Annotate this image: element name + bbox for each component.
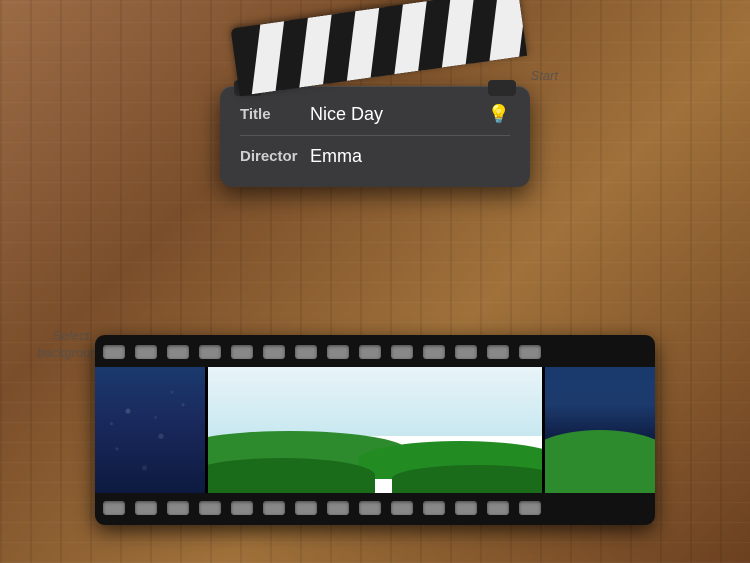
- sprocket-hole: [423, 345, 445, 359]
- filmstrip: [95, 335, 655, 525]
- sprocket-hole: [519, 501, 541, 515]
- sprocket-hole: [295, 345, 317, 359]
- sprocket-hole: [359, 345, 381, 359]
- sprocket-hole: [135, 501, 157, 515]
- sprocket-hole: [487, 345, 509, 359]
- title-value: Nice Day: [310, 104, 488, 125]
- sprocket-hole: [167, 345, 189, 359]
- sprocket-hole: [327, 501, 349, 515]
- landscape-hills: [205, 424, 545, 493]
- film-content: [95, 367, 655, 493]
- sprocket-hole: [263, 345, 285, 359]
- title-field[interactable]: Title Nice Day 💡: [240, 104, 510, 136]
- clapper-arm[interactable]: [231, 0, 528, 96]
- sprocket-hole: [231, 345, 253, 359]
- sprocket-hole: [199, 501, 221, 515]
- sprocket-hole: [487, 501, 509, 515]
- sprocket-hole: [167, 501, 189, 515]
- sprocket-hole: [327, 345, 349, 359]
- film-divider-right: [542, 367, 545, 493]
- sprocket-hole: [519, 345, 541, 359]
- sprocket-hole: [423, 501, 445, 515]
- sprocket-hole: [231, 501, 253, 515]
- sprocket-hole: [263, 501, 285, 515]
- hill-front-left: [205, 458, 375, 493]
- hinge-right: [488, 80, 516, 96]
- sprocket-hole: [295, 501, 317, 515]
- film-frame-right[interactable]: [545, 367, 655, 493]
- bulb-icon: 💡: [488, 104, 510, 125]
- clapper-body: Title Nice Day 💡 Director Emma: [220, 86, 530, 187]
- hill-front-right: [392, 465, 545, 493]
- director-label: Director: [240, 148, 310, 165]
- sprocket-hole: [455, 501, 477, 515]
- sprocket-hole: [391, 345, 413, 359]
- sprocket-hole: [135, 345, 157, 359]
- film-right-hill: [545, 430, 655, 493]
- sprockets-top: [95, 341, 655, 363]
- film-frame-center[interactable]: [205, 367, 545, 493]
- title-label: Title: [240, 106, 310, 123]
- start-label[interactable]: Start: [531, 68, 558, 83]
- director-value: Emma: [310, 146, 510, 167]
- sprocket-hole: [103, 345, 125, 359]
- clapperboard: Title Nice Day 💡 Director Emma: [220, 18, 530, 187]
- sprocket-hole: [103, 501, 125, 515]
- sprocket-hole: [199, 345, 221, 359]
- director-field[interactable]: Director Emma: [240, 146, 510, 167]
- sprocket-hole: [455, 345, 477, 359]
- stripe-12: [489, 0, 527, 61]
- clapper-arm-body: [231, 0, 528, 96]
- sprocket-hole: [359, 501, 381, 515]
- sprocket-hole: [391, 501, 413, 515]
- film-divider-left: [205, 367, 208, 493]
- film-frame-left[interactable]: [95, 367, 205, 493]
- clapper-stripes: [231, 0, 528, 96]
- filmstrip-wrapper[interactable]: [95, 335, 655, 525]
- sprockets-bottom: [95, 497, 655, 519]
